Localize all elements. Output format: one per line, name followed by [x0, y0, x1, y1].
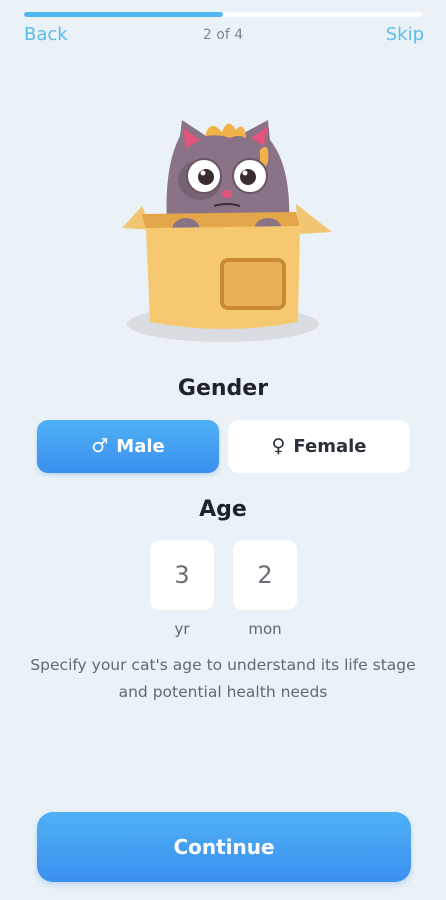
female-option-button[interactable]: ♀ Female [228, 420, 410, 473]
continue-button[interactable]: Continue [37, 812, 411, 882]
progress-bar-fill [24, 12, 223, 17]
age-title: Age [199, 497, 247, 522]
age-years-input[interactable]: 3 [150, 540, 214, 610]
age-hint-text: Specify your cat's age to understand its… [30, 656, 416, 701]
cat-in-box-image [122, 120, 332, 342]
progress-bar [24, 12, 422, 17]
age-months-input[interactable]: 2 [233, 540, 297, 610]
gender-title: Gender [177, 376, 269, 401]
onboarding-screen: Back 2 of 4 Skip Gender ♂ Male ♀ Female … [0, 0, 446, 900]
step-indicator: 2 of 4 [202, 27, 244, 43]
cat-in-box-illustration [110, 110, 336, 360]
female-icon: ♀ [271, 435, 286, 457]
years-unit-label: yr [174, 620, 190, 638]
female-option-label: Female [293, 436, 367, 457]
top-navigation: Back 2 of 4 Skip [0, 24, 446, 50]
months-unit-label: mon [248, 620, 282, 638]
male-icon: ♂ [91, 435, 109, 457]
male-option-button[interactable]: ♂ Male [37, 420, 219, 473]
skip-button[interactable]: Skip [386, 24, 424, 45]
male-option-label: Male [116, 436, 165, 457]
